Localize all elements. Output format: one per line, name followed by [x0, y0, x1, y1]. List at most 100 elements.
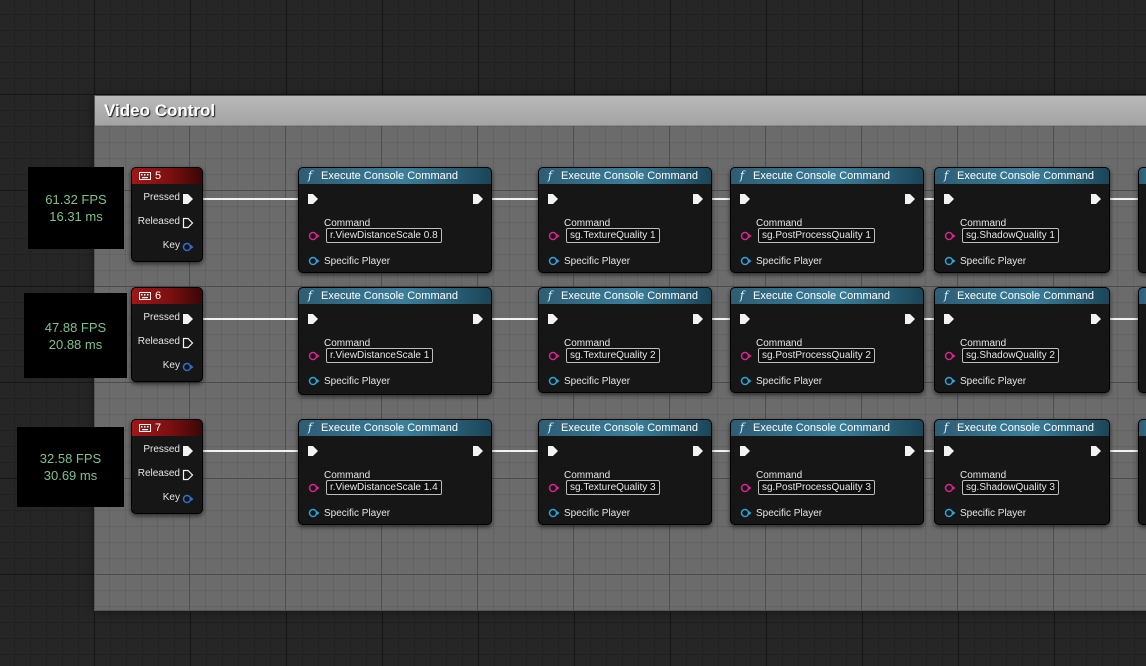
exec-pin-icon[interactable]: [692, 313, 704, 325]
execute-console-command-node[interactable]: f Execute Console Command Command sg.PostPr…: [730, 419, 924, 525]
string-pin-icon[interactable]: [308, 350, 320, 362]
object-pin-icon[interactable]: [944, 375, 956, 387]
function-node-header[interactable]: f Execute Console Command: [539, 420, 711, 436]
exec-pin-icon[interactable]: [739, 445, 751, 457]
string-pin-icon[interactable]: [740, 482, 752, 494]
command-input[interactable]: sg.PostProcessQuality 2: [758, 348, 875, 363]
object-pin-icon[interactable]: [308, 507, 320, 519]
string-pin-icon[interactable]: [944, 230, 956, 242]
execute-console-command-node[interactable]: f Execute Console Command Command r.ViewDis…: [298, 419, 492, 525]
object-pin-icon[interactable]: [944, 255, 956, 267]
exec-pin-icon[interactable]: [182, 193, 194, 205]
key-event-node-6[interactable]: 6 Pressed Released Key: [131, 287, 203, 382]
offscreen-function-node[interactable]: [1138, 167, 1146, 273]
command-input[interactable]: sg.PostProcessQuality 3: [758, 480, 875, 495]
command-input[interactable]: r.ViewDistanceScale 1.4: [326, 480, 442, 495]
object-pin-icon[interactable]: [740, 255, 752, 267]
exec-pin-icon[interactable]: [692, 193, 704, 205]
execute-console-command-node[interactable]: f Execute Console Command Command sg.PostPr…: [730, 167, 924, 273]
execute-console-command-node[interactable]: f Execute Console Command Command r.ViewDis…: [298, 167, 492, 273]
exec-pin-icon[interactable]: [472, 313, 484, 325]
exec-pin-icon[interactable]: [472, 445, 484, 457]
execute-console-command-node[interactable]: f Execute Console Command Command r.ViewDis…: [298, 287, 492, 395]
exec-pin-icon[interactable]: [307, 445, 319, 457]
execute-console-command-node[interactable]: f Execute Console Command Command sg.Textur…: [538, 167, 712, 273]
command-input[interactable]: sg.TextureQuality 3: [566, 480, 660, 495]
execute-console-command-node[interactable]: f Execute Console Command Command sg.PostPr…: [730, 287, 924, 393]
string-pin-icon[interactable]: [308, 482, 320, 494]
command-input[interactable]: sg.ShadowQuality 3: [962, 480, 1059, 495]
command-input[interactable]: sg.ShadowQuality 1: [962, 228, 1059, 243]
exec-pin-icon[interactable]: [1090, 445, 1102, 457]
command-input[interactable]: sg.TextureQuality 2: [566, 348, 660, 363]
exec-pin-icon[interactable]: [307, 313, 319, 325]
exec-pin-icon[interactable]: [182, 217, 194, 229]
execute-console-command-node[interactable]: f Execute Console Command Command sg.Shadow…: [934, 287, 1110, 393]
function-node-header[interactable]: f Execute Console Command: [935, 288, 1109, 304]
function-node-header[interactable]: [1139, 168, 1146, 184]
key-node-header[interactable]: 6: [132, 288, 202, 304]
exec-pin-icon[interactable]: [904, 313, 916, 325]
object-pin-icon[interactable]: [308, 255, 320, 267]
execute-console-command-node[interactable]: f Execute Console Command Command sg.Shadow…: [934, 167, 1110, 273]
function-node-header[interactable]: f Execute Console Command: [539, 288, 711, 304]
exec-pin-icon[interactable]: [1090, 193, 1102, 205]
key-pin-icon[interactable]: [182, 241, 194, 253]
exec-pin-icon[interactable]: [307, 193, 319, 205]
exec-pin-icon[interactable]: [182, 337, 194, 349]
function-node-header[interactable]: [1139, 420, 1146, 436]
exec-pin-icon[interactable]: [472, 193, 484, 205]
exec-pin-icon[interactable]: [547, 445, 559, 457]
string-pin-icon[interactable]: [548, 482, 560, 494]
object-pin-icon[interactable]: [548, 255, 560, 267]
string-pin-icon[interactable]: [740, 230, 752, 242]
function-node-header[interactable]: f Execute Console Command: [731, 168, 923, 184]
comment-title-bar[interactable]: Video Control: [95, 96, 1146, 126]
function-node-header[interactable]: f Execute Console Command: [299, 288, 491, 304]
command-input[interactable]: sg.PostProcessQuality 1: [758, 228, 875, 243]
object-pin-icon[interactable]: [740, 375, 752, 387]
string-pin-icon[interactable]: [740, 350, 752, 362]
function-node-header[interactable]: f Execute Console Command: [935, 420, 1109, 436]
object-pin-icon[interactable]: [308, 375, 320, 387]
key-pin-icon[interactable]: [182, 361, 194, 373]
function-node-header[interactable]: [1139, 288, 1146, 304]
exec-wire[interactable]: [202, 450, 305, 452]
function-node-header[interactable]: f Execute Console Command: [731, 288, 923, 304]
exec-pin-icon[interactable]: [739, 193, 751, 205]
command-input[interactable]: sg.ShadowQuality 2: [962, 348, 1059, 363]
key-event-node-7[interactable]: 7 Pressed Released Key: [131, 419, 203, 514]
command-input[interactable]: r.ViewDistanceScale 1: [326, 348, 434, 363]
string-pin-icon[interactable]: [944, 350, 956, 362]
function-node-header[interactable]: f Execute Console Command: [299, 420, 491, 436]
exec-pin-icon[interactable]: [547, 193, 559, 205]
exec-pin-icon[interactable]: [182, 313, 194, 325]
object-pin-icon[interactable]: [548, 507, 560, 519]
execute-console-command-node[interactable]: f Execute Console Command Command sg.Textur…: [538, 287, 712, 393]
exec-pin-icon[interactable]: [182, 445, 194, 457]
function-node-header[interactable]: f Execute Console Command: [731, 420, 923, 436]
string-pin-icon[interactable]: [548, 350, 560, 362]
key-pin-icon[interactable]: [182, 493, 194, 505]
function-node-header[interactable]: f Execute Console Command: [539, 168, 711, 184]
exec-pin-icon[interactable]: [182, 469, 194, 481]
execute-console-command-node[interactable]: f Execute Console Command Command sg.Textur…: [538, 419, 712, 525]
object-pin-icon[interactable]: [548, 375, 560, 387]
exec-pin-icon[interactable]: [904, 193, 916, 205]
object-pin-icon[interactable]: [944, 507, 956, 519]
exec-pin-icon[interactable]: [739, 313, 751, 325]
exec-pin-icon[interactable]: [943, 193, 955, 205]
exec-wire[interactable]: [202, 198, 305, 200]
offscreen-function-node[interactable]: [1138, 287, 1146, 393]
function-node-header[interactable]: f Execute Console Command: [299, 168, 491, 184]
key-node-header[interactable]: 7: [132, 420, 202, 436]
string-pin-icon[interactable]: [944, 482, 956, 494]
execute-console-command-node[interactable]: f Execute Console Command Command sg.Shadow…: [934, 419, 1110, 525]
string-pin-icon[interactable]: [548, 230, 560, 242]
exec-pin-icon[interactable]: [1090, 313, 1102, 325]
function-node-header[interactable]: f Execute Console Command: [935, 168, 1109, 184]
key-node-header[interactable]: 5: [132, 168, 202, 184]
exec-pin-icon[interactable]: [547, 313, 559, 325]
command-input[interactable]: sg.TextureQuality 1: [566, 228, 660, 243]
offscreen-function-node[interactable]: [1138, 419, 1146, 525]
